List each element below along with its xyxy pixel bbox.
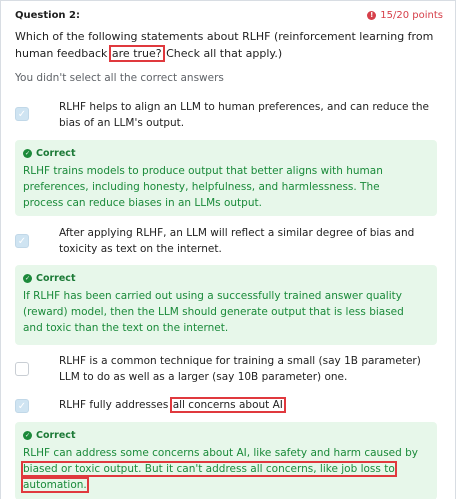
correct-header: ✓ Correct (23, 430, 75, 441)
option-3-text: RLHF is a common technique for training … (59, 355, 421, 383)
option-1-feedback: ✓ Correct RLHF trains models to produce … (15, 140, 437, 216)
question-highlight: are true? (108, 45, 165, 62)
check-circle-icon: ✓ (23, 431, 32, 440)
points-indicator: ! 15/20 points (367, 10, 443, 21)
correct-label: Correct (36, 273, 76, 284)
option-4-text-part: RLHF fully addresses (59, 399, 169, 411)
option-2-checkbox[interactable]: ✓ (15, 234, 29, 248)
feedback-message: You didn't select all the correct answer… (15, 72, 224, 84)
option-4-checkbox[interactable]: ✓ (15, 399, 29, 413)
question-label: Question 2: (15, 10, 80, 21)
check-icon: ✓ (17, 235, 27, 247)
correct-label: Correct (36, 148, 76, 159)
option-4-feedback: ✓ Correct RLHF can address some concerns… (15, 422, 437, 499)
correct-highlight-2: automation. (21, 477, 89, 493)
correct-label: Correct (36, 430, 76, 441)
correct-explanation-line: RLHF can address some concerns about AI,… (23, 447, 419, 459)
correct-header: ✓ Correct (23, 148, 75, 159)
option-1-checkbox[interactable]: ✓ (15, 107, 29, 121)
error-icon: ! (367, 11, 377, 20)
option-1-text: RLHF helps to align an LLM to human pref… (59, 101, 430, 129)
correct-header: ✓ Correct (23, 273, 75, 284)
question-card: Question 2: ! 15/20 points Which of the … (0, 0, 456, 499)
correct-explanation: RLHF can address some concerns about AI,… (21, 445, 423, 493)
correct-explanation: If RLHF has been carried out using a suc… (23, 290, 404, 334)
option-4-text: RLHF fully addresses all concerns about … (59, 397, 429, 413)
correct-explanation: RLHF trains models to produce output tha… (23, 165, 383, 209)
check-icon: ✓ (17, 400, 27, 412)
option-4-highlight: all concerns about AI (169, 397, 286, 413)
check-icon: ✓ (17, 108, 27, 120)
check-circle-icon: ✓ (23, 274, 32, 283)
question-text-end: Check all that apply.) (166, 47, 283, 60)
check-circle-icon: ✓ (23, 149, 32, 158)
points-text: 15/20 points (380, 10, 443, 21)
option-3-checkbox[interactable] (15, 362, 29, 376)
question-text: Which of the following statements about … (15, 28, 435, 62)
option-2-feedback: ✓ Correct If RLHF has been carried out u… (15, 265, 437, 345)
option-2-text: After applying RLHF, an LLM will reflect… (59, 227, 415, 255)
correct-highlight-1: biased or toxic output. But it can't add… (21, 461, 397, 477)
